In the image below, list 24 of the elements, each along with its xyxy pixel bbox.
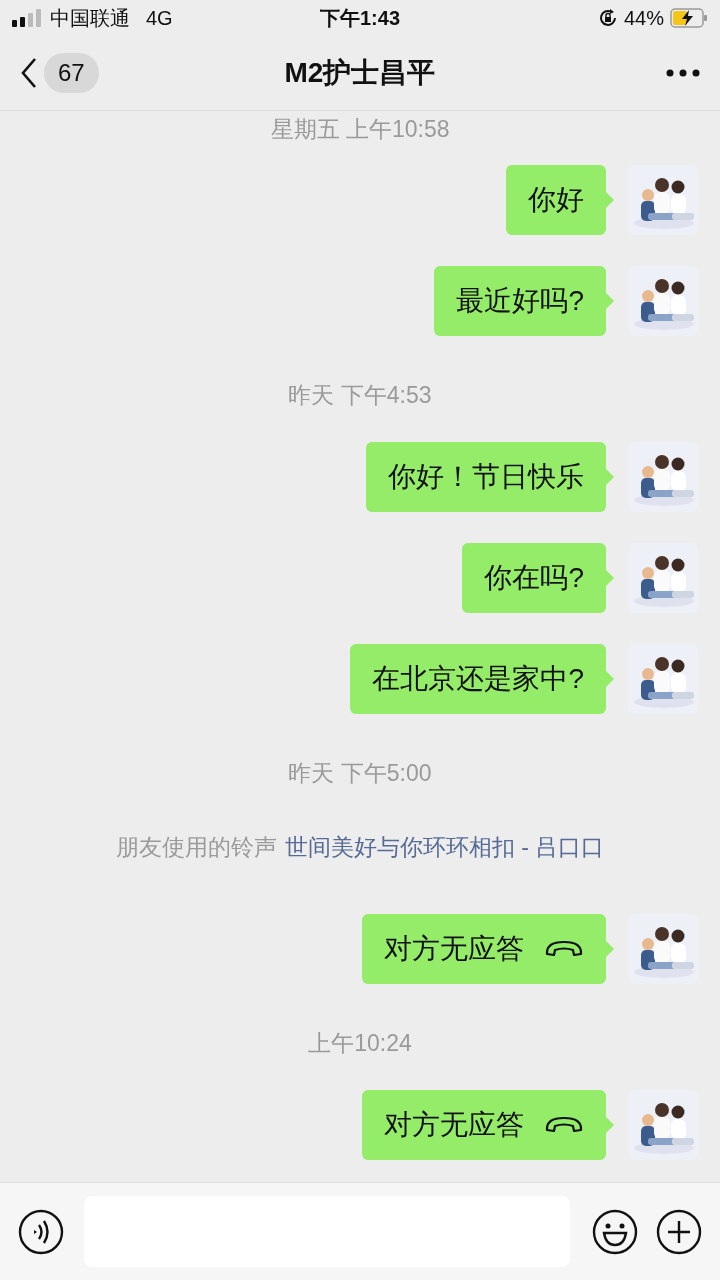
unread-count-badge: 67 <box>44 53 99 93</box>
clock: 下午1:43 <box>320 6 400 29</box>
phone-hangup-icon <box>544 1115 584 1135</box>
more-icon[interactable] <box>666 69 700 77</box>
voice-button[interactable] <box>18 1208 64 1255</box>
back-icon[interactable] <box>20 57 38 89</box>
timestamp: 星期五 上午10:58 <box>270 114 450 144</box>
bubble-tail <box>606 941 614 957</box>
chat-title: M2护士昌平 <box>284 57 436 88</box>
battery-charging-icon <box>670 8 708 28</box>
ringtone-link[interactable]: 世间美好与你环环相扣 - 吕口口 <box>284 831 605 863</box>
carrier: 中国联通 <box>50 5 130 31</box>
emoji-button[interactable] <box>592 1208 638 1255</box>
timestamp: 昨天 下午5:00 <box>288 758 432 788</box>
bubble-tail <box>606 1117 614 1133</box>
battery-percent: 44% <box>623 6 664 30</box>
phone-hangup-icon <box>544 939 584 959</box>
network-type: 4G <box>146 6 173 30</box>
signal-icon <box>12 9 42 27</box>
timestamp: 昨天 下午4:53 <box>288 380 432 410</box>
add-button[interactable] <box>656 1208 702 1255</box>
timestamp: 上午10:24 <box>308 1028 412 1058</box>
notice-text: 朋友使用的铃声 <box>115 832 277 862</box>
rotation-lock-icon <box>597 8 618 28</box>
